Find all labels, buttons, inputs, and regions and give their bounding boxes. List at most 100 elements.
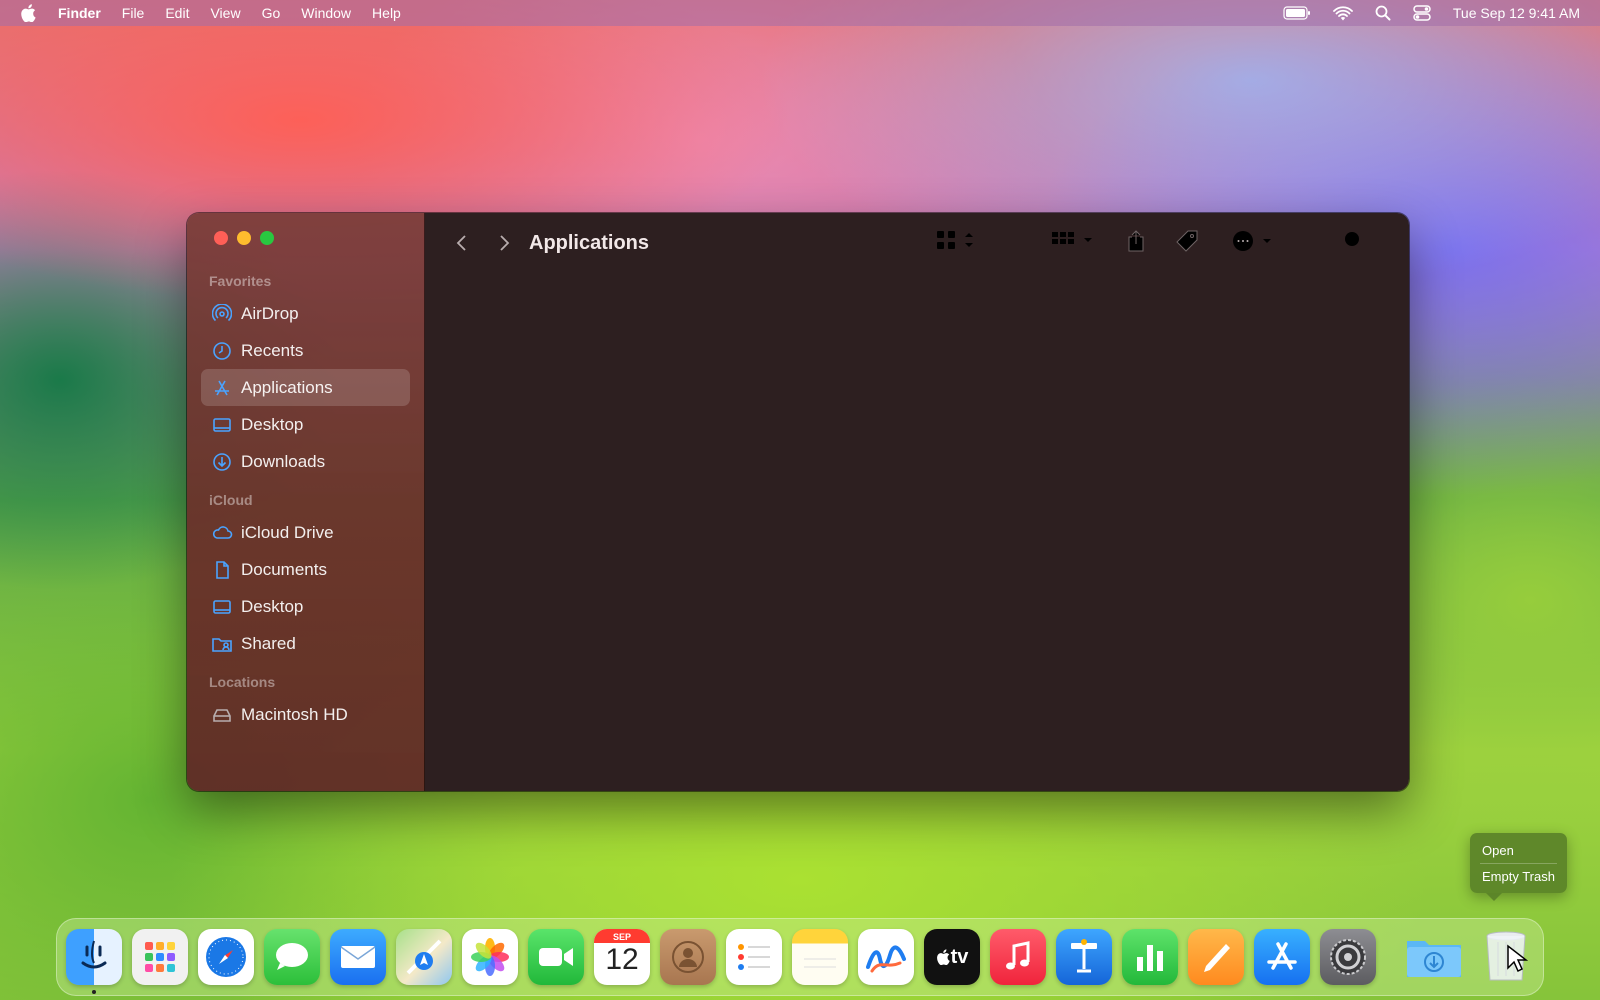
applications-icon [211,377,233,399]
tag-button[interactable] [1175,229,1199,253]
sidebar-item-shared[interactable]: Shared [201,625,410,662]
menu-help[interactable]: Help [372,5,401,21]
spotlight-search-icon[interactable] [1375,5,1391,21]
dock-pages[interactable] [1188,929,1244,985]
sidebar-item-applications[interactable]: Applications [201,369,410,406]
chevron-down-icon [1084,238,1092,242]
wifi-icon[interactable] [1332,5,1353,21]
back-button[interactable] [455,233,469,253]
chevron-down-icon [1263,239,1271,243]
dock-mail[interactable] [330,929,386,985]
sidebar-item-label: Recents [241,340,304,360]
dock-launchpad[interactable] [132,929,188,985]
share-icon [1128,230,1144,252]
sidebar-item-label: Applications [241,377,333,397]
sidebar-item-documents[interactable]: Documents [201,551,410,588]
running-indicator [92,990,96,994]
sidebar-section-icloud: iCloud [209,492,253,508]
control-center-icon[interactable] [1413,5,1431,21]
menubar-clock[interactable]: Tue Sep 12 9:41 AM [1453,5,1580,21]
battery-icon[interactable] [1283,6,1311,20]
icon-view-icon [937,231,955,249]
launchpad-grid-icon [145,942,175,972]
minimize-button[interactable] [237,231,251,245]
map-arrow-icon [406,939,442,975]
menu-window[interactable]: Window [301,5,351,21]
sidebar-item-label: Documents [241,559,327,579]
menu-go[interactable]: Go [262,5,281,21]
menu-item-open[interactable]: Open [1470,838,1567,863]
dock-numbers[interactable] [1122,929,1178,985]
tv-label: tv [950,945,969,968]
dock-safari[interactable] [198,929,254,985]
sidebar-item-label: iCloud Drive [241,522,334,542]
menu-item-empty-trash[interactable]: Empty Trash [1470,864,1567,889]
dock-freeform[interactable] [858,929,914,985]
action-menu-button[interactable] [1231,229,1273,253]
sidebar-section-favorites: Favorites [209,273,272,289]
contact-person-icon [672,941,704,973]
sidebar-item-icloud-drive[interactable]: iCloud Drive [201,514,410,551]
hard-drive-icon [211,704,233,726]
downloads-folder-icon [1407,941,1461,977]
menu-bar: Finder File Edit View Go Window Help Tue… [0,0,1600,26]
menu-app-finder[interactable]: Finder [58,5,101,21]
bar-chart-icon [1137,945,1163,971]
dock-contacts[interactable] [660,929,716,985]
apple-menu-icon[interactable] [20,4,42,22]
forward-button[interactable] [497,233,511,253]
window-title: Applications [529,231,650,254]
desktop-icon [211,596,233,618]
close-button[interactable] [214,231,228,245]
dock: SEP 12 tv [56,918,1544,996]
dock-tv[interactable]: tv [924,929,980,985]
gear-icon [1330,939,1366,975]
finder-window: Favorites AirDrop Recents Applications D… [187,213,1409,791]
dock-photos[interactable] [462,929,518,985]
dock-music[interactable] [990,929,1046,985]
dock-messages[interactable] [264,929,320,985]
sidebar-item-label: Desktop [241,596,304,616]
pen-nib-icon [1204,944,1230,972]
dock-downloads-stack[interactable] [1404,929,1464,985]
sidebar-section-locations: Locations [209,674,276,690]
dock-facetime[interactable] [528,929,584,985]
document-icon [211,559,233,581]
dock-keynote[interactable] [1056,929,1112,985]
speech-bubble-icon [276,943,308,970]
video-camera-icon [539,948,573,966]
group-icon [1052,232,1074,244]
mouse-cursor-icon [1506,944,1529,979]
menu-edit[interactable]: Edit [165,5,189,21]
trash-context-menu: Open Empty Trash [1470,833,1567,901]
zoom-button[interactable] [260,231,274,245]
share-button[interactable] [1125,229,1147,253]
sidebar-item-icloud-desktop[interactable]: Desktop [201,588,410,625]
calendar-month: SEP [612,932,631,942]
sidebar-item-airdrop[interactable]: AirDrop [201,295,410,332]
calendar-day: 12 [605,943,639,976]
menu-view[interactable]: View [210,5,240,21]
search-button[interactable] [1342,229,1366,253]
dock-maps[interactable] [396,929,452,985]
sidebar-item-macintosh-hd[interactable]: Macintosh HD [201,696,410,733]
cloud-icon [211,522,233,544]
group-button[interactable] [1050,229,1094,251]
view-mode-button[interactable] [935,229,975,251]
chevron-updown-icon [965,233,973,247]
dock-calendar[interactable]: SEP 12 [594,929,650,985]
notes-lines-icon [804,958,836,968]
dock-finder[interactable] [66,929,122,994]
content-area[interactable]: Applications [425,213,1409,791]
dock-system-settings[interactable] [1320,929,1376,985]
freeform-scribble-icon [866,945,906,973]
clock-icon [211,340,233,362]
dock-reminders[interactable] [726,929,782,985]
ellipsis-circle-icon [1233,231,1253,251]
sidebar-item-recents[interactable]: Recents [201,332,410,369]
sidebar-item-downloads[interactable]: Downloads [201,443,410,480]
dock-notes[interactable] [792,929,848,985]
menu-file[interactable]: File [122,5,145,21]
dock-app-store[interactable] [1254,929,1310,985]
sidebar-item-desktop[interactable]: Desktop [201,406,410,443]
